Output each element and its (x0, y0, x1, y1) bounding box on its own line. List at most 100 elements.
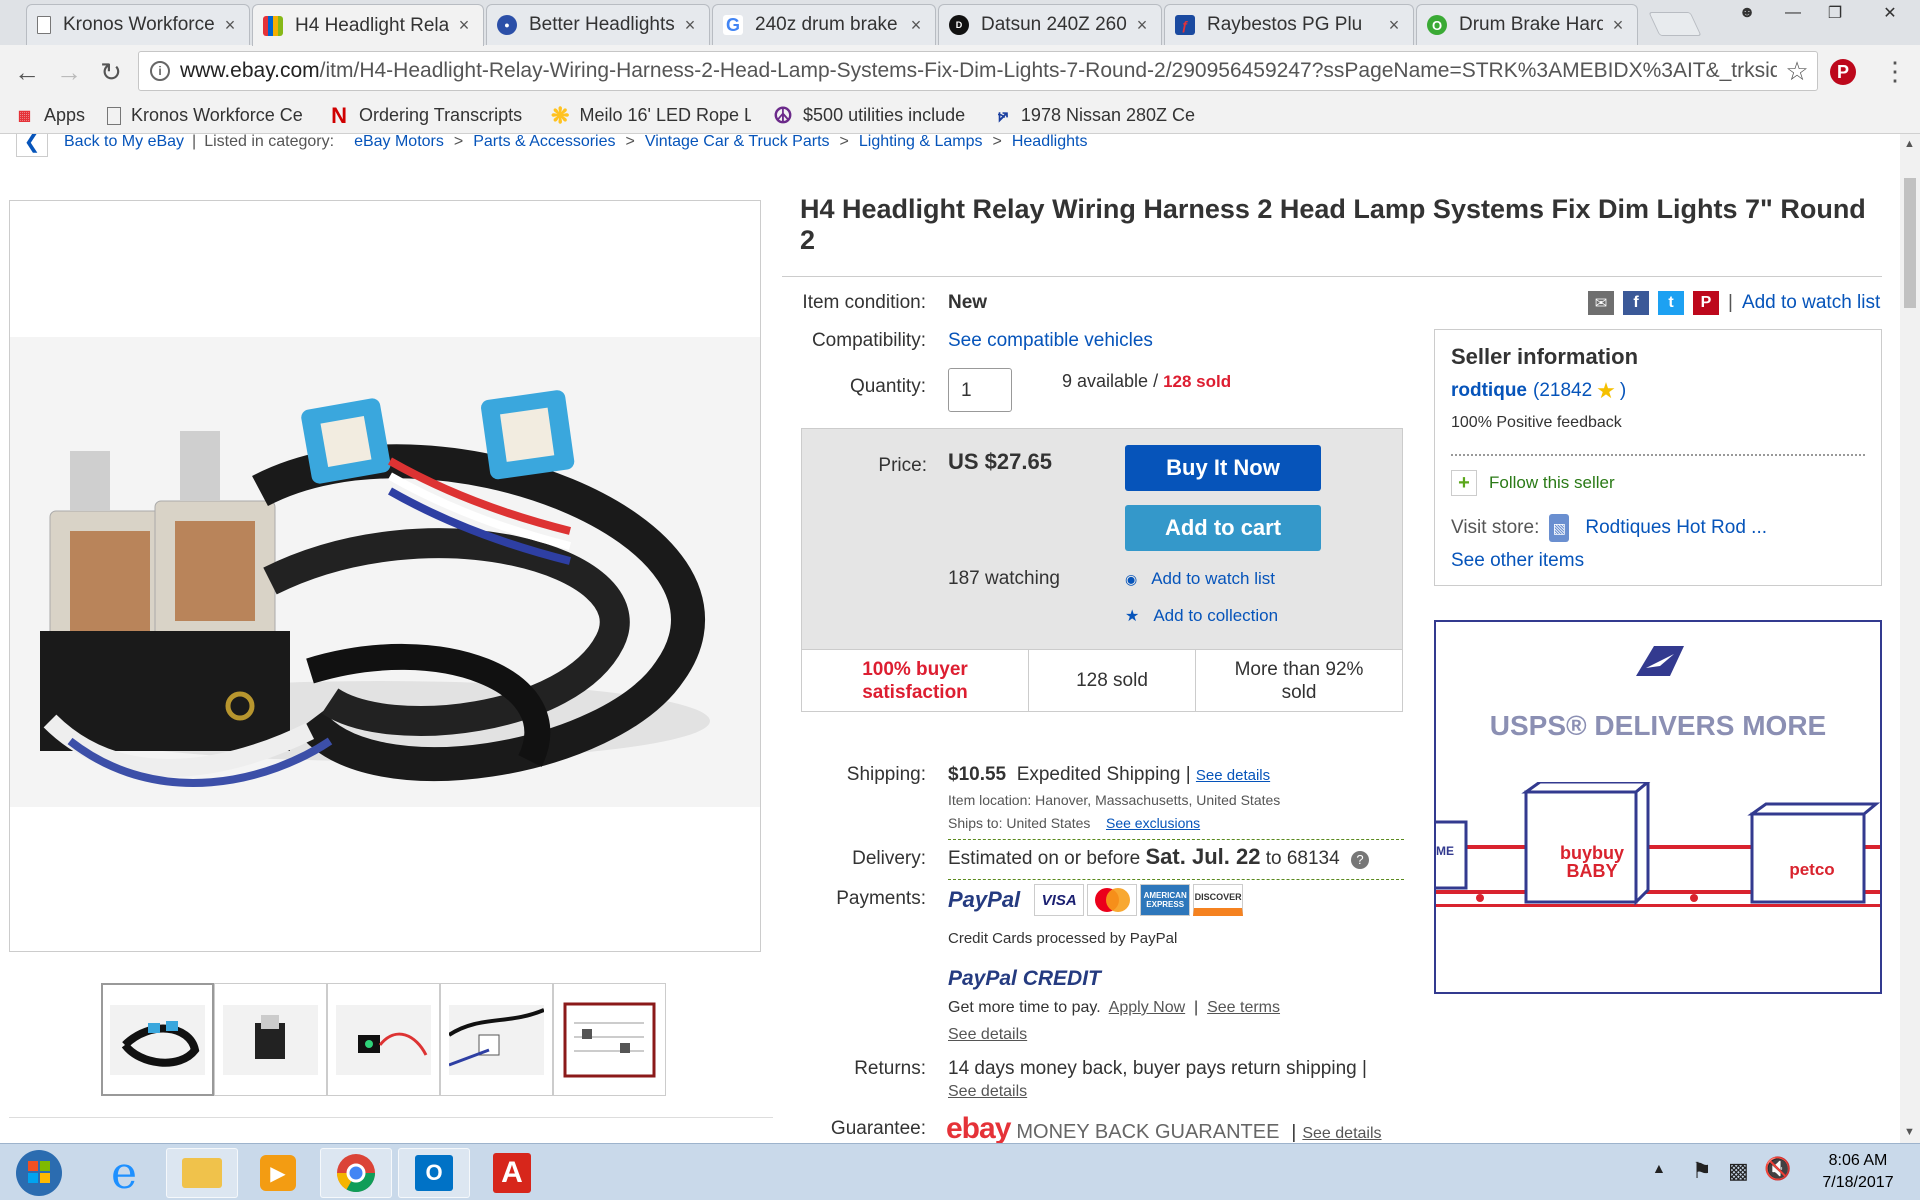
seller-divider (1451, 454, 1865, 456)
url-text[interactable]: www.ebay.com/itm/H4-Headlight-Relay-Wiri… (180, 59, 1777, 83)
shipping-label: Shipping: (846, 764, 926, 785)
close-icon[interactable]: × (1609, 15, 1627, 36)
buy-it-now-button[interactable]: Buy It Now (1125, 445, 1321, 491)
guarantee-see-details-link[interactable]: See details (1302, 1125, 1381, 1143)
credit-see-details-link[interactable]: See details (948, 1026, 1027, 1044)
window-close-icon[interactable]: ✕ (1862, 0, 1918, 26)
add-to-cart-button[interactable]: Add to cart (1125, 505, 1321, 551)
menu-icon[interactable]: ⋮ (1882, 57, 1908, 85)
close-icon[interactable]: × (907, 15, 925, 36)
thumbnail-4[interactable] (440, 983, 553, 1096)
system-clock[interactable]: 8:06 AM 7/18/2017 (1808, 1150, 1908, 1194)
outlook-icon[interactable]: O (398, 1148, 470, 1198)
restore-icon[interactable]: ❐ (1812, 0, 1858, 26)
bookmarks-bar: ▦ Apps Kronos Workforce Ce N Ordering Tr… (0, 98, 1920, 134)
see-other-items-link[interactable]: See other items (1451, 550, 1865, 572)
positive-feedback: 100% Positive feedback (1451, 414, 1622, 431)
tab-drum-brake-hardware[interactable]: O Drum Brake Hard × (1416, 4, 1638, 45)
bookmark-utilities[interactable]: ☮ $500 utilities include (773, 105, 973, 126)
scrollbar-thumb[interactable] (1904, 178, 1916, 308)
see-exclusions-link[interactable]: See exclusions (1106, 815, 1200, 831)
tab-datsun[interactable]: D Datsun 240Z 260Z × (938, 4, 1162, 45)
vertical-scrollbar[interactable]: ▲ ▼ (1900, 134, 1920, 1143)
forward-arrow-icon[interactable]: → (52, 55, 86, 89)
minimize-icon[interactable]: — (1770, 0, 1816, 26)
close-icon[interactable]: × (1385, 15, 1403, 36)
facebook-share-icon[interactable]: f (1623, 291, 1649, 315)
bookmark-star-icon[interactable]: ☆ (1777, 56, 1817, 87)
breadcrumb-parts[interactable]: Parts & Accessories (473, 134, 615, 151)
close-icon[interactable]: × (221, 15, 239, 36)
twitter-share-icon[interactable]: t (1658, 291, 1684, 315)
header-add-to-watch-list-link[interactable]: Add to watch list (1742, 292, 1880, 314)
quantity-input[interactable]: 1 (948, 368, 1012, 412)
nissan-logo-icon: ⦬ (997, 105, 1009, 125)
breadcrumb-vintage[interactable]: Vintage Car & Truck Parts (645, 134, 830, 151)
tab-240z-drum[interactable]: G 240z drum brake × (712, 4, 936, 45)
back-to-my-ebay-link[interactable]: Back to My eBay (64, 134, 184, 151)
breadcrumb-headlights[interactable]: Headlights (1012, 134, 1088, 151)
tab-raybestos[interactable]: ƒ Raybestos PG Plu × (1164, 4, 1414, 45)
internet-explorer-icon[interactable]: e (88, 1148, 160, 1199)
store-name-link[interactable]: Rodtiques Hot Rod ... (1585, 517, 1767, 539)
see-compatible-vehicles-link[interactable]: See compatible vehicles (948, 330, 1153, 352)
thumbnail-1[interactable] (101, 983, 214, 1096)
bookmark-transcripts[interactable]: N Ordering Transcripts (329, 105, 529, 126)
bookmark-kronos[interactable]: Kronos Workforce Ce (107, 105, 307, 126)
usps-ad[interactable]: USPS® DELIVERS MORE ME buybuy BABY petco (1434, 620, 1882, 994)
add-to-collection-link[interactable]: Add to collection (1153, 606, 1278, 626)
acrobat-icon[interactable]: A (476, 1148, 548, 1198)
volume-muted-icon[interactable]: 🔇 (1764, 1156, 1791, 1182)
info-icon[interactable]: i (150, 61, 170, 81)
scroll-down-icon[interactable]: ▼ (1904, 1126, 1915, 1138)
file-explorer-icon[interactable] (166, 1148, 238, 1198)
tab-better-headlights[interactable]: ● Better Headlights × (486, 4, 710, 45)
bookmark-apps[interactable]: ▦ Apps (14, 105, 85, 126)
apply-now-link[interactable]: Apply Now (1109, 999, 1185, 1016)
returns-see-details-link[interactable]: See details (948, 1083, 1027, 1101)
sold-count-link[interactable]: 128 sold (1163, 372, 1231, 391)
pinterest-share-icon[interactable]: P (1693, 291, 1719, 315)
back-arrow-icon[interactable]: ← (10, 55, 44, 89)
email-share-icon[interactable]: ✉ (1588, 291, 1614, 315)
add-to-collection[interactable]: ★ Add to collection (1125, 606, 1278, 626)
close-icon[interactable]: × (1133, 15, 1151, 36)
close-icon[interactable]: × (681, 15, 699, 36)
bookmark-nissan[interactable]: ⦬ 1978 Nissan 280Z Ce (995, 105, 1195, 126)
thumbnail-2[interactable] (214, 983, 327, 1096)
pinterest-extension-icon[interactable]: P (1830, 59, 1856, 85)
add-to-watch-list-link[interactable]: Add to watch list (1151, 569, 1275, 589)
seller-name-link[interactable]: rodtique (1451, 380, 1527, 402)
address-bar[interactable]: i www.ebay.com/itm/H4-Headlight-Relay-Wi… (138, 51, 1818, 91)
network-icon[interactable]: ▩ (1728, 1158, 1749, 1184)
main-product-image[interactable] (9, 200, 761, 952)
scroll-up-icon[interactable]: ▲ (1904, 138, 1915, 150)
bookmark-meilo[interactable]: ❋ Meilo 16' LED Rope L (551, 105, 751, 126)
thumbnail-5[interactable] (553, 983, 666, 1096)
breadcrumb-lighting[interactable]: Lighting & Lamps (859, 134, 983, 151)
see-terms-link[interactable]: See terms (1207, 999, 1280, 1016)
shipping-see-details-link[interactable]: See details (1196, 767, 1270, 784)
tab-h4-headlight[interactable]: H4 Headlight Rela × (252, 4, 484, 46)
thumbnail-3[interactable] (327, 983, 440, 1096)
show-hidden-icons-icon[interactable]: ▲ (1652, 1160, 1666, 1176)
media-player-icon[interactable]: ▶ (242, 1148, 314, 1198)
paypal-credit-row: Get more time to pay. Apply Now | See te… (948, 999, 1281, 1016)
help-icon[interactable]: ? (1350, 851, 1369, 869)
start-button[interactable] (4, 1148, 74, 1198)
follow-seller[interactable]: + Follow this seller (1451, 470, 1865, 496)
action-center-flag-icon[interactable]: ⚑ (1692, 1158, 1712, 1184)
breadcrumb-ebay-motors[interactable]: eBay Motors (354, 134, 444, 151)
feedback-score-link[interactable]: (21842 (1533, 380, 1592, 402)
profile-icon[interactable]: ☻ (1724, 0, 1770, 26)
chevron-left-icon[interactable]: ❮ (16, 134, 48, 157)
new-tab-button[interactable] (1648, 12, 1702, 36)
returns-label: Returns: (854, 1058, 926, 1079)
reload-icon[interactable]: ↻ (94, 55, 128, 89)
add-to-watch-list[interactable]: ◉ Add to watch list (1125, 569, 1275, 589)
tab-kronos[interactable]: Kronos Workforce × (26, 4, 250, 45)
follow-seller-link[interactable]: Follow this seller (1489, 473, 1615, 493)
chrome-icon[interactable] (320, 1148, 392, 1198)
close-icon[interactable]: × (455, 15, 473, 36)
eye-icon: ◉ (1125, 570, 1138, 587)
